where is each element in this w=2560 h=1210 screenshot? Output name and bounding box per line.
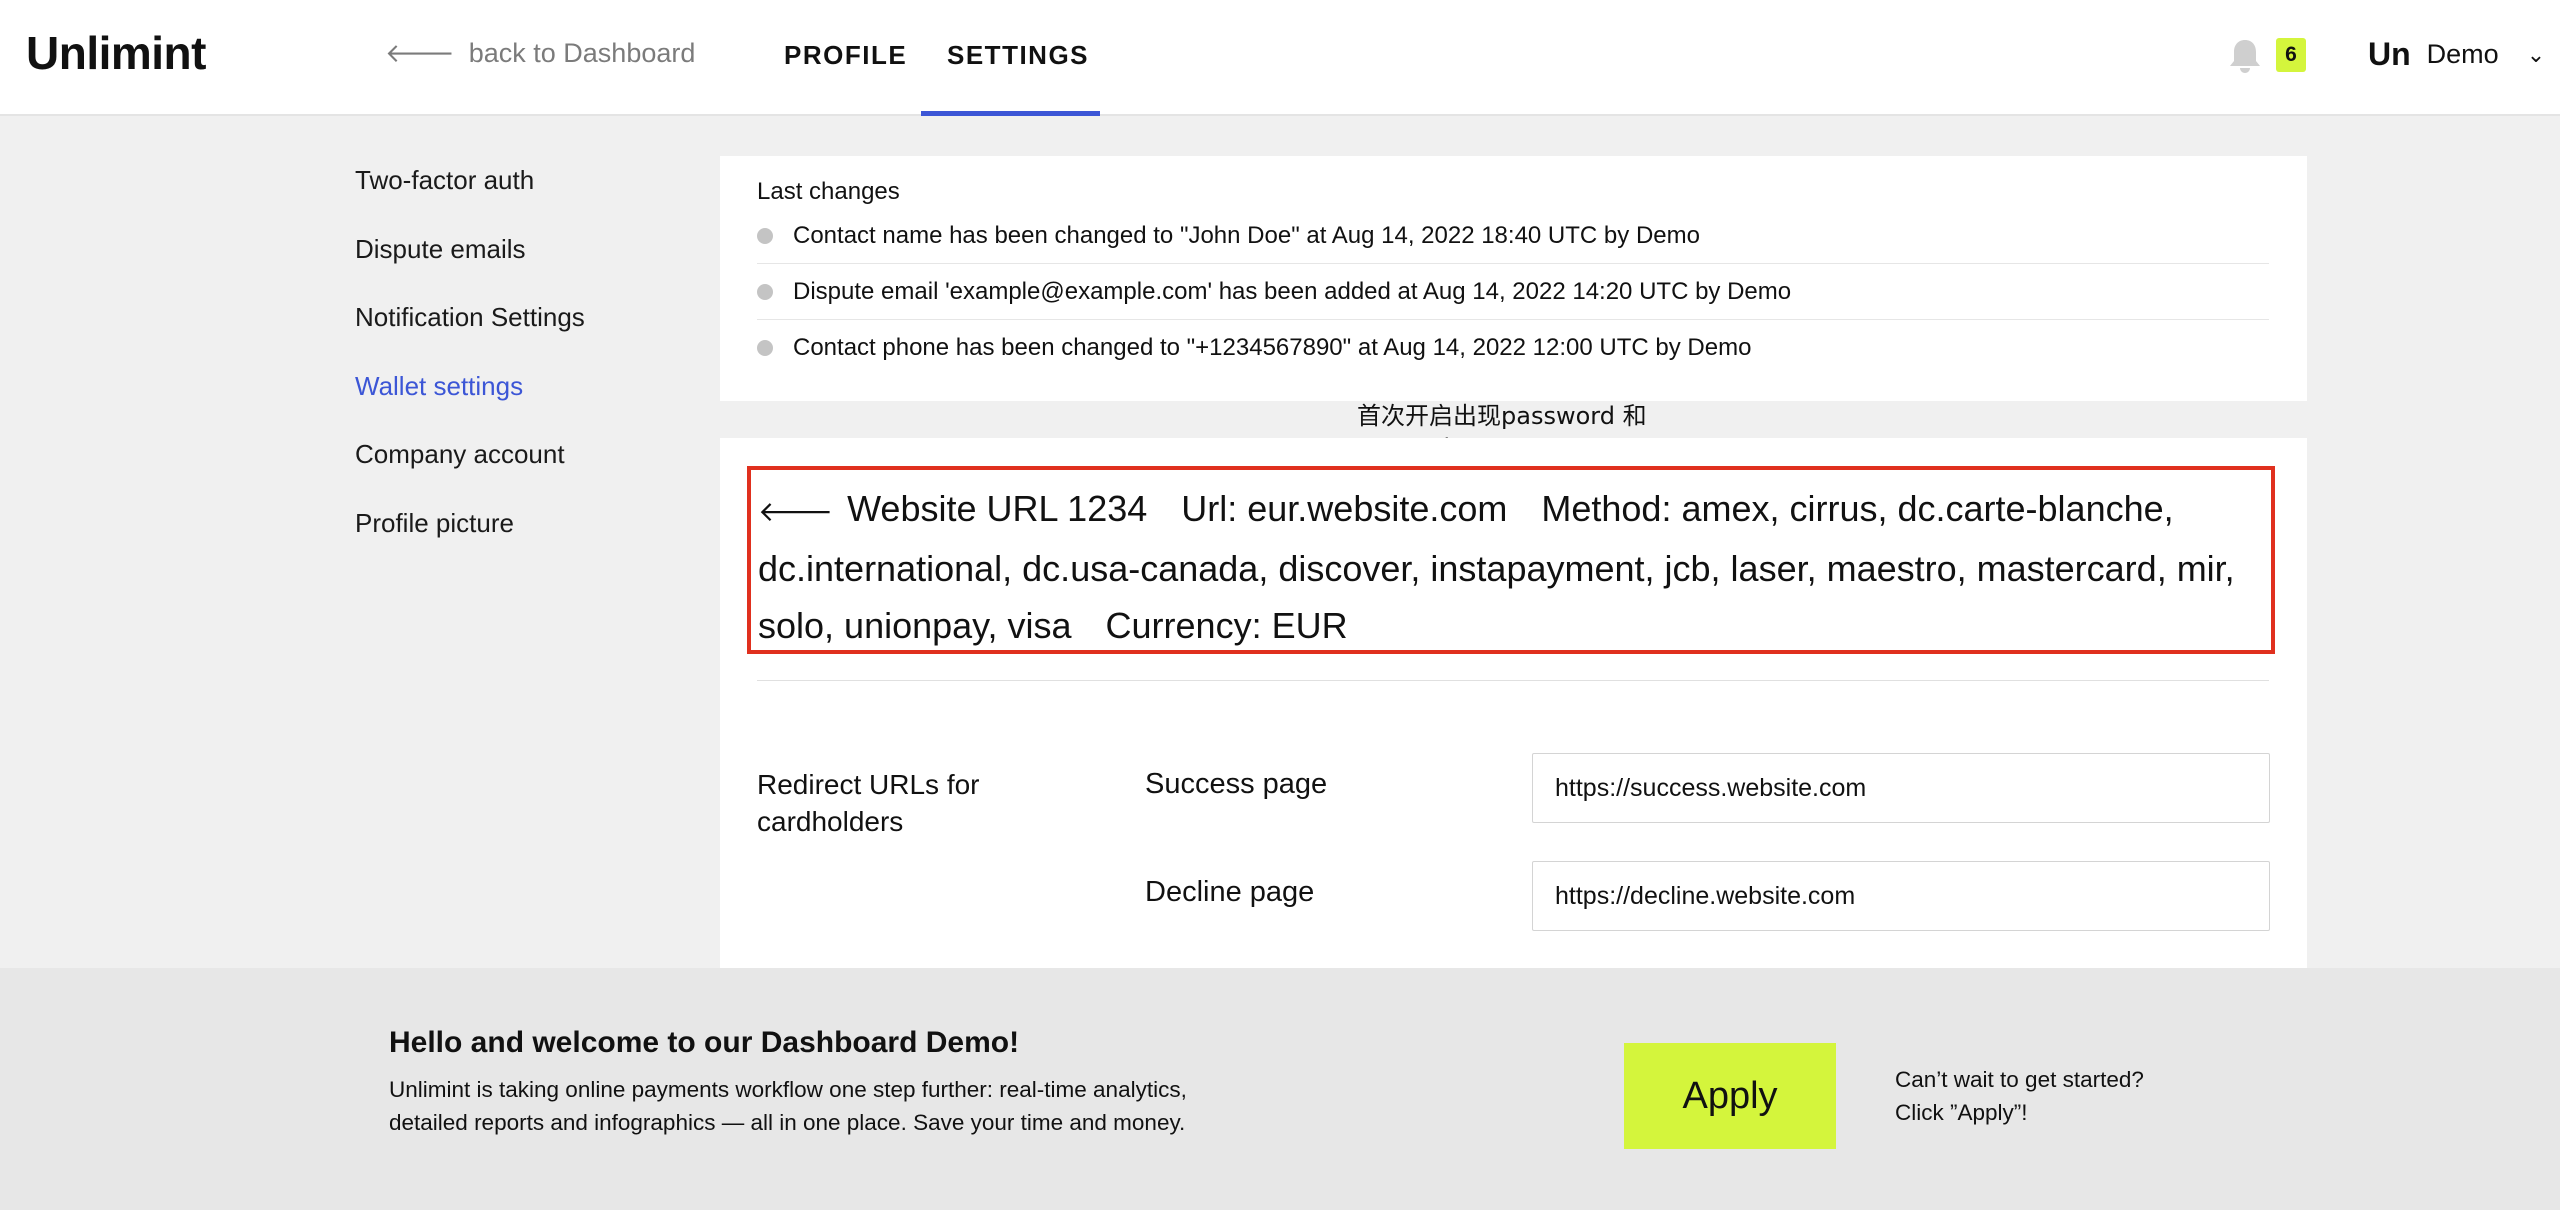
user-menu[interactable]: Un Demo ⌄ (2368, 36, 2545, 73)
sidebar-item-two-factor-auth[interactable]: Two-factor auth (355, 160, 585, 229)
back-to-dashboard-link[interactable]: 🡐 back to Dashboard (385, 38, 695, 69)
sidebar-item-notification-settings[interactable]: Notification Settings (355, 297, 585, 366)
tab-settings[interactable]: SETTINGS (947, 40, 1089, 71)
decline-page-label: Decline page (1145, 876, 1315, 908)
unlimint-logo[interactable]: Unlimint (26, 26, 206, 80)
welcome-description: Unlimint is taking online payments workf… (389, 1077, 1187, 1135)
sidebar-item-wallet-settings[interactable]: Wallet settings (355, 366, 585, 435)
change-log-text: Contact phone has been changed to "+1234… (793, 333, 1752, 361)
highlighted-website-summary: 🡐 Website URL 1234 Url: eur.website.com Met… (747, 466, 2275, 654)
arrow-left-icon[interactable]: 🡐 (758, 496, 833, 527)
apply-note-line: Click ”Apply”! (1895, 1099, 2028, 1125)
success-page-label: Success page (1145, 768, 1328, 800)
change-log-item: Contact phone has been changed to "+1234… (757, 320, 2269, 375)
active-tab-indicator (921, 111, 1100, 116)
back-to-dashboard-label: back to Dashboard (468, 38, 696, 68)
bullet-dot-icon (757, 227, 773, 244)
change-log-item: Dispute email 'example@example.com' has … (757, 264, 2269, 320)
sidebar-item-dispute-emails[interactable]: Dispute emails (355, 229, 585, 298)
change-log-text: Contact name has been changed to "John D… (793, 221, 1700, 249)
last-changes-title: Last changes (757, 178, 900, 205)
top-header: Unlimint 🡐 back to Dashboard PROFILE SET… (0, 0, 2560, 116)
change-log-text: Dispute email 'example@example.com' has … (793, 277, 1792, 305)
last-changes-card: Last changes Contact name has been chang… (720, 156, 2307, 401)
settings-sidebar: Two-factor auth Dispute emails Notificat… (355, 160, 585, 571)
arrow-left-icon: 🡐 (385, 38, 455, 68)
wallet-currency: Currency: EUR (1105, 605, 1348, 646)
redirect-urls-label: Redirect URLs for cardholders (757, 769, 980, 837)
user-name: Demo (2426, 39, 2499, 69)
user-company-logo: Un (2368, 36, 2411, 72)
wallet-name: Website URL 1234 (847, 488, 1148, 529)
apply-note-line: Can’t wait to get started? (1895, 1067, 2144, 1092)
apply-button[interactable]: Apply (1624, 1043, 1836, 1149)
notification-count-badge[interactable]: 6 (2276, 38, 2306, 72)
annotation-line: 首次开启出现password 和 (1357, 402, 1647, 430)
chevron-down-icon: ⌄ (2526, 41, 2546, 67)
sidebar-item-profile-picture[interactable]: Profile picture (355, 503, 585, 572)
sidebar-item-company-account[interactable]: Company account (355, 434, 585, 503)
bell-icon[interactable] (2225, 36, 2265, 76)
bullet-dot-icon (757, 283, 773, 300)
change-log-item: Contact name has been changed to "John D… (757, 208, 2269, 264)
welcome-title: Hello and welcome to our Dashboard Demo! (389, 1026, 1020, 1059)
apply-note: Can’t wait to get started? Click ”Apply”… (1895, 1064, 2144, 1129)
tab-profile[interactable]: PROFILE (784, 40, 907, 71)
wallet-settings-card: 🡐 Website URL 1234 Url: eur.website.com Met… (720, 438, 2307, 998)
wallet-url: Url: eur.website.com (1181, 488, 1508, 529)
divider (757, 680, 2269, 681)
decline-page-input[interactable]: https://decline.website.com (1532, 861, 2270, 931)
bullet-dot-icon (757, 339, 773, 356)
success-page-input[interactable]: https://success.website.com (1532, 753, 2270, 823)
welcome-banner: Hello and welcome to our Dashboard Demo!… (0, 968, 2560, 1210)
